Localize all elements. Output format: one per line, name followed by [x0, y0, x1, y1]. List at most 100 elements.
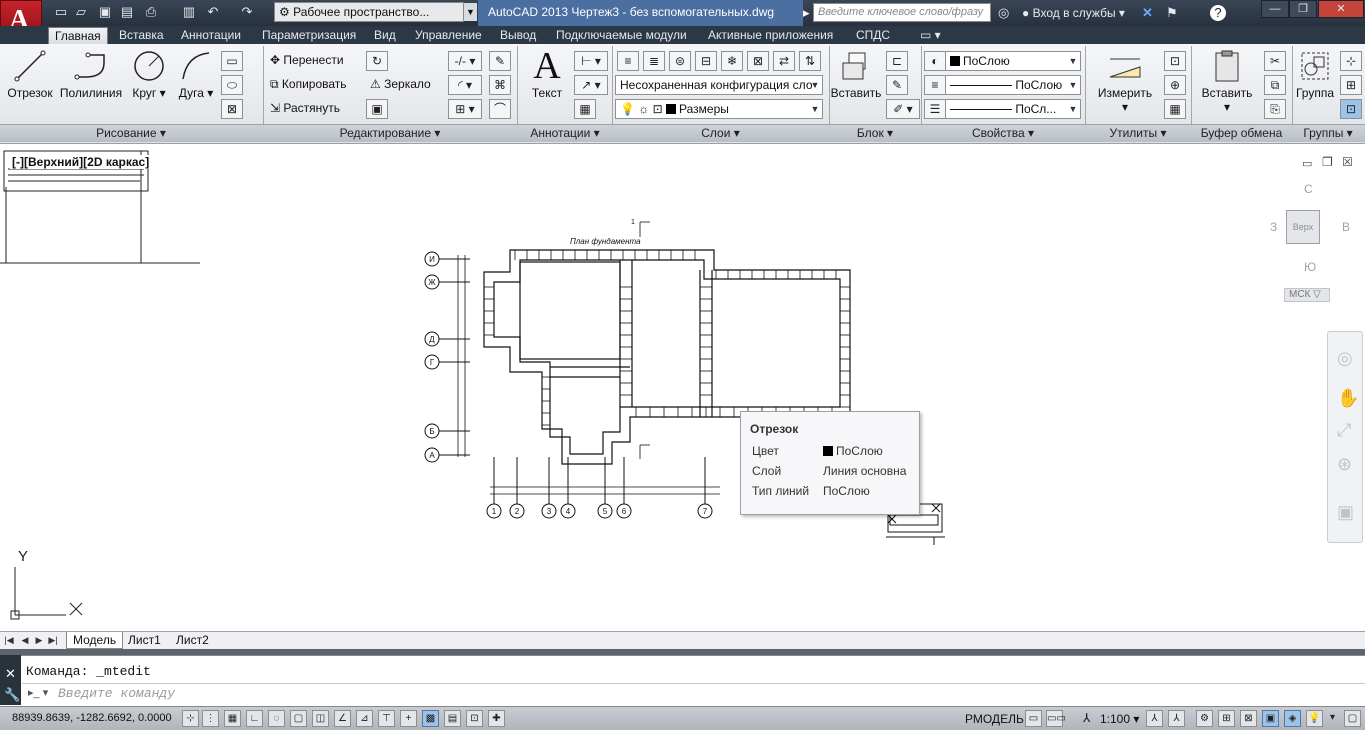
- group-edit-icon[interactable]: ⊞: [1340, 75, 1362, 95]
- annotation-scale-icon[interactable]: ⅄: [1083, 711, 1090, 725]
- region-icon[interactable]: ⊠: [221, 99, 243, 119]
- orbit-icon[interactable]: ⊛: [1337, 454, 1352, 475]
- copy-button[interactable]: ⧉ Копировать: [270, 74, 347, 94]
- tab-annotate[interactable]: Аннотации: [175, 27, 247, 44]
- close-command-icon[interactable]: ✕: [5, 666, 16, 682]
- lineweight-toggle-icon[interactable]: +: [400, 710, 417, 727]
- rectangle-icon[interactable]: ▭: [221, 51, 243, 71]
- layer-freeze-icon[interactable]: ❄: [721, 51, 743, 71]
- linetype-icon[interactable]: ☰: [924, 99, 946, 119]
- ungroup-icon[interactable]: ⊹: [1340, 51, 1362, 71]
- vp-close-icon[interactable]: ☒: [1342, 155, 1353, 169]
- close-button[interactable]: ✕: [1318, 0, 1364, 18]
- line-button[interactable]: Отрезок: [6, 48, 54, 100]
- layer-state-icon[interactable]: ≣: [643, 51, 665, 71]
- isolate-objects-icon[interactable]: ◈: [1284, 710, 1301, 727]
- search-input[interactable]: Введите ключевое слово/фразу: [813, 3, 991, 22]
- array-icon[interactable]: ⊞ ▾: [448, 99, 482, 119]
- plot-icon[interactable]: ⎙: [142, 4, 160, 20]
- tab-sheet2[interactable]: Лист2: [170, 632, 215, 649]
- open-icon[interactable]: ▱: [72, 4, 90, 20]
- arc-button[interactable]: Дуга ▾: [176, 48, 216, 100]
- panel-utilities-title[interactable]: Утилиты ▾: [1086, 125, 1190, 143]
- customize-wrench-icon[interactable]: 🔧: [4, 687, 20, 703]
- tab-manage[interactable]: Управление: [409, 27, 488, 44]
- measure-button[interactable]: Измерить ▾: [1092, 48, 1158, 114]
- workspace-select[interactable]: ⚙ Рабочее пространство... ▼: [274, 2, 477, 22]
- viewport-label[interactable]: [-][Верхний][2D каркас]: [10, 155, 152, 169]
- copy-base-icon[interactable]: ⎘: [1264, 99, 1286, 119]
- hatch-icon[interactable]: ⬭: [221, 75, 243, 95]
- vp-restore-icon[interactable]: ❐: [1322, 155, 1333, 169]
- stretch-button[interactable]: ⇲ Растянуть: [270, 98, 340, 118]
- annotation-monitor-icon[interactable]: ✚: [488, 710, 505, 727]
- infer-constraints-icon[interactable]: ⊹: [182, 710, 199, 727]
- zoom-extents-icon[interactable]: ⤢: [1337, 420, 1351, 441]
- layer-off-icon[interactable]: ⊜: [669, 51, 691, 71]
- erase-icon[interactable]: ✎: [489, 51, 511, 71]
- tab-view[interactable]: Вид: [368, 27, 402, 44]
- panel-annotation-title[interactable]: Аннотации ▾: [518, 125, 612, 143]
- lineweight-select[interactable]: ПоСлою ▼: [945, 75, 1081, 95]
- trim-icon[interactable]: -/- ▾: [448, 51, 482, 71]
- tab-spds[interactable]: СПДС: [850, 27, 896, 44]
- print-icon[interactable]: ▥: [180, 4, 198, 20]
- ucs-menu[interactable]: МСК ▽: [1284, 288, 1330, 302]
- dimension-icon[interactable]: ⊢ ▾: [574, 51, 608, 71]
- panel-groups-title[interactable]: Группы ▾: [1293, 125, 1363, 143]
- minimize-button[interactable]: —: [1261, 0, 1289, 18]
- next-tab-icon[interactable]: ▶: [34, 634, 44, 646]
- lineweight-icon[interactable]: ≡: [924, 75, 946, 95]
- status-menu-icon[interactable]: ▾: [1324, 710, 1341, 727]
- grid-icon[interactable]: ▦: [224, 710, 241, 727]
- current-layer-select[interactable]: 💡 ☼ ⊡ Размеры ▼: [615, 99, 823, 119]
- command-prompt-icon[interactable]: ▸_ ▾: [28, 686, 48, 699]
- restore-button[interactable]: ❐: [1289, 0, 1317, 18]
- model-space-toggle[interactable]: РМОДЕЛЬ: [965, 712, 1024, 726]
- copy-clip-icon[interactable]: ⧉: [1264, 75, 1286, 95]
- sign-in-button[interactable]: ● Вход в службы ▾: [1022, 4, 1125, 22]
- lock-ui-icon[interactable]: ⊠: [1240, 710, 1257, 727]
- undo-icon[interactable]: ↶: [204, 4, 222, 20]
- ducs-icon[interactable]: ⊿: [356, 710, 373, 727]
- otrack-icon[interactable]: ∠: [334, 710, 351, 727]
- viewcube-face[interactable]: Верх: [1286, 210, 1320, 244]
- linetype-select[interactable]: ПоСл... ▼: [945, 99, 1081, 119]
- scale-icon[interactable]: ▣: [366, 99, 388, 119]
- panel-modify-title[interactable]: Редактирование ▾: [264, 125, 516, 143]
- circle-button[interactable]: Круг ▾: [130, 48, 168, 100]
- quick-view-layouts-icon[interactable]: ▭: [1025, 710, 1042, 727]
- color-select[interactable]: ПоСлою ▼: [945, 51, 1081, 71]
- hardware-accel-icon[interactable]: ▣: [1262, 710, 1279, 727]
- edit-block-icon[interactable]: ✎: [886, 75, 908, 95]
- ortho-icon[interactable]: ∟: [246, 710, 263, 727]
- coordinates-readout[interactable]: 88939.8639, -1282.6692, 0.0000: [12, 712, 172, 724]
- snap-icon[interactable]: ⋮: [202, 710, 219, 727]
- tab-apps[interactable]: Активные приложения: [702, 27, 839, 44]
- workspace-switch-icon[interactable]: ⚙: [1196, 710, 1213, 727]
- drawing-area[interactable]: И Ж Д Г Б А 1 2 3 4 5 6 7 План фундамента 1 Y [-][В…: [0, 147, 1365, 631]
- tab-plugins[interactable]: Подключаемые модули: [550, 27, 693, 44]
- panel-layers-title[interactable]: Слои ▾: [613, 125, 828, 143]
- tab-insert[interactable]: Вставка: [113, 27, 170, 44]
- explode-icon[interactable]: ⌘: [489, 75, 511, 95]
- cut-icon[interactable]: ✂: [1264, 51, 1286, 71]
- annotation-scale[interactable]: 1:100 ▾: [1100, 712, 1139, 726]
- offset-icon[interactable]: ⌒: [489, 99, 511, 119]
- edit-attributes-icon[interactable]: ✐ ▾: [886, 99, 920, 119]
- osnap-icon[interactable]: ▢: [290, 710, 307, 727]
- group-button[interactable]: Группа: [1292, 48, 1338, 100]
- polar-icon[interactable]: ◌: [268, 710, 285, 727]
- text-button[interactable]: A Текст: [527, 45, 567, 100]
- viewcube-west[interactable]: З: [1270, 220, 1277, 234]
- chevron-right-icon[interactable]: ▸: [803, 4, 810, 22]
- pan-icon[interactable]: ✋: [1337, 388, 1359, 409]
- save-as-icon[interactable]: ▤: [118, 4, 136, 20]
- viewcube-east[interactable]: В: [1342, 220, 1350, 234]
- create-block-icon[interactable]: ⊏: [886, 51, 908, 71]
- chevron-down-icon[interactable]: ▼: [463, 3, 477, 21]
- layer-match-icon[interactable]: ⇄: [773, 51, 795, 71]
- help-icon[interactable]: ?: [1210, 5, 1226, 21]
- group-select-icon[interactable]: ⊡: [1340, 99, 1362, 119]
- account-icon[interactable]: ⚑: [1166, 4, 1178, 22]
